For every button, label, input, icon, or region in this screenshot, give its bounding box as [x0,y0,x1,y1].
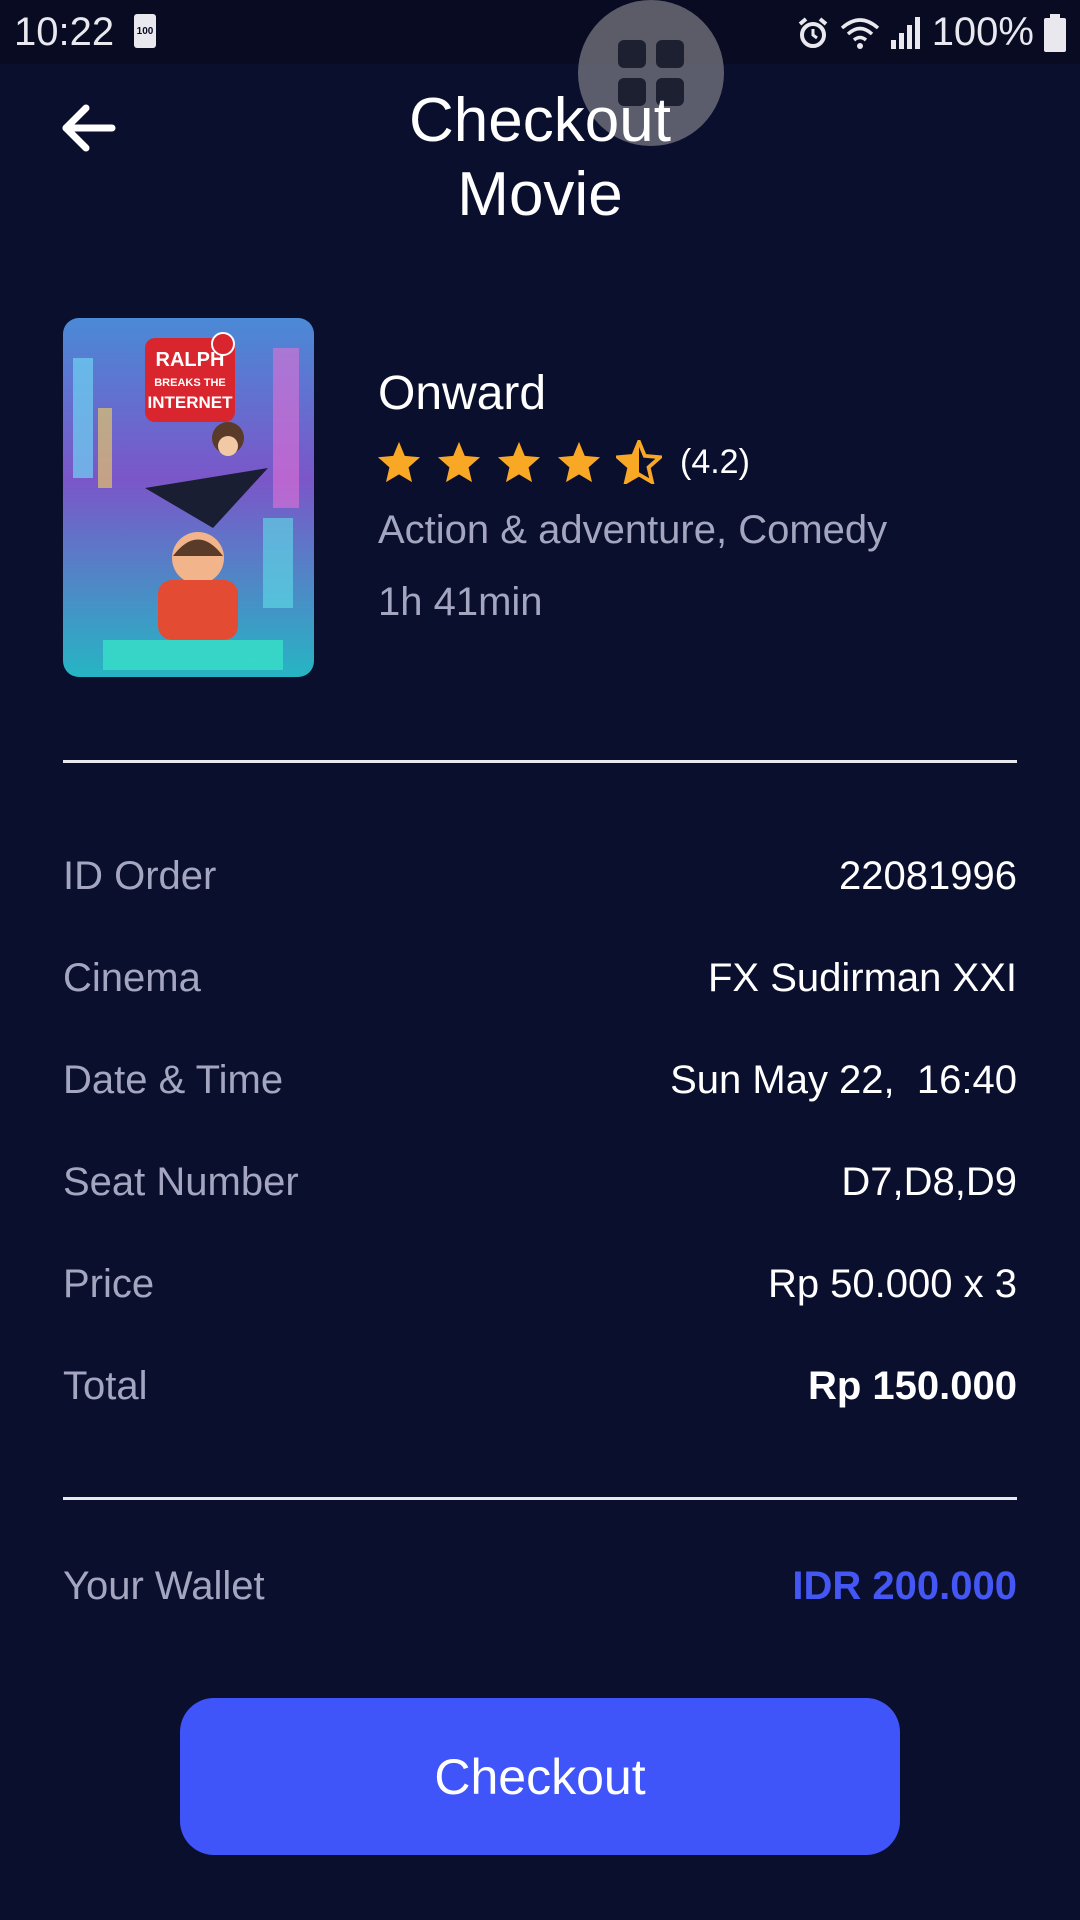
star-icon [377,441,421,483]
wallet-label: Your Wallet [63,1564,265,1608]
battery-saver-icon: 100 [134,14,156,48]
page-title-line2: Movie [457,160,623,229]
price-value: Rp 50.000 x 3 [767,1262,1017,1306]
star-icon [437,441,481,483]
arrow-left-icon [62,104,116,152]
divider [63,760,1017,763]
svg-text:RALPH: RALPH [156,349,225,371]
divider [63,1497,1017,1500]
rating-stars: (4.2) [376,440,750,484]
order-row-seat: Seat Number D7,D8,D9 [63,1160,1017,1220]
svg-text:BREAKS THE: BREAKS THE [154,377,226,389]
battery-icon [1044,13,1066,52]
wallet-row: Your Wallet IDR 200.000 [63,1564,1017,1624]
movie-title: Onward [378,367,547,420]
back-button[interactable] [56,96,120,160]
movie-genres: Action & adventure, Comedy [378,508,888,552]
star-icon [497,441,541,483]
order-row-cinema: Cinema FX Sudirman XXI [63,956,1017,1016]
order-row-id: ID Order 22081996 [63,854,1017,914]
battery-percent: 100% [931,10,1034,54]
total-value: Rp 150.000 [807,1364,1017,1408]
datetime-value: Sun May 22, 16:40 [670,1058,1017,1102]
movie-duration: 1h 41min [378,580,543,624]
signal-icon [890,16,920,49]
status-time: 10:22 [14,10,115,54]
seat-label: Seat Number [63,1160,299,1204]
wallet-balance: IDR 200.000 [792,1564,1017,1608]
cinema-value: FX Sudirman XXI [707,956,1017,1000]
order-row-datetime: Date & Time Sun May 22, 16:40 [63,1058,1017,1118]
svg-text:INTERNET: INTERNET [148,393,234,412]
alarm-icon [798,16,827,48]
order-id-label: ID Order [63,854,217,898]
seat-value: D7,D8,D9 [841,1160,1017,1204]
order-row-price: Price Rp 50.000 x 3 [63,1262,1017,1322]
movie-poster: RALPH BREAKS THE INTERNET [63,318,314,677]
status-bar: 10:22 100 100% [0,0,1080,64]
page-title: Checkout Movie [340,84,740,232]
wifi-icon [840,17,879,49]
status-icons: 100% [796,10,1066,55]
page-title-line1: Checkout [409,86,671,155]
checkout-button[interactable]: Checkout [180,1698,900,1855]
star-icon [557,441,601,483]
cinema-label: Cinema [63,956,201,1000]
star-half-icon [616,440,662,484]
total-label: Total [63,1364,148,1408]
order-row-total: Total Rp 150.000 [63,1364,1017,1424]
datetime-label: Date & Time [63,1058,284,1102]
order-id-value: 22081996 [839,854,1017,898]
rating-value: (4.2) [680,442,750,481]
price-label: Price [63,1262,155,1306]
